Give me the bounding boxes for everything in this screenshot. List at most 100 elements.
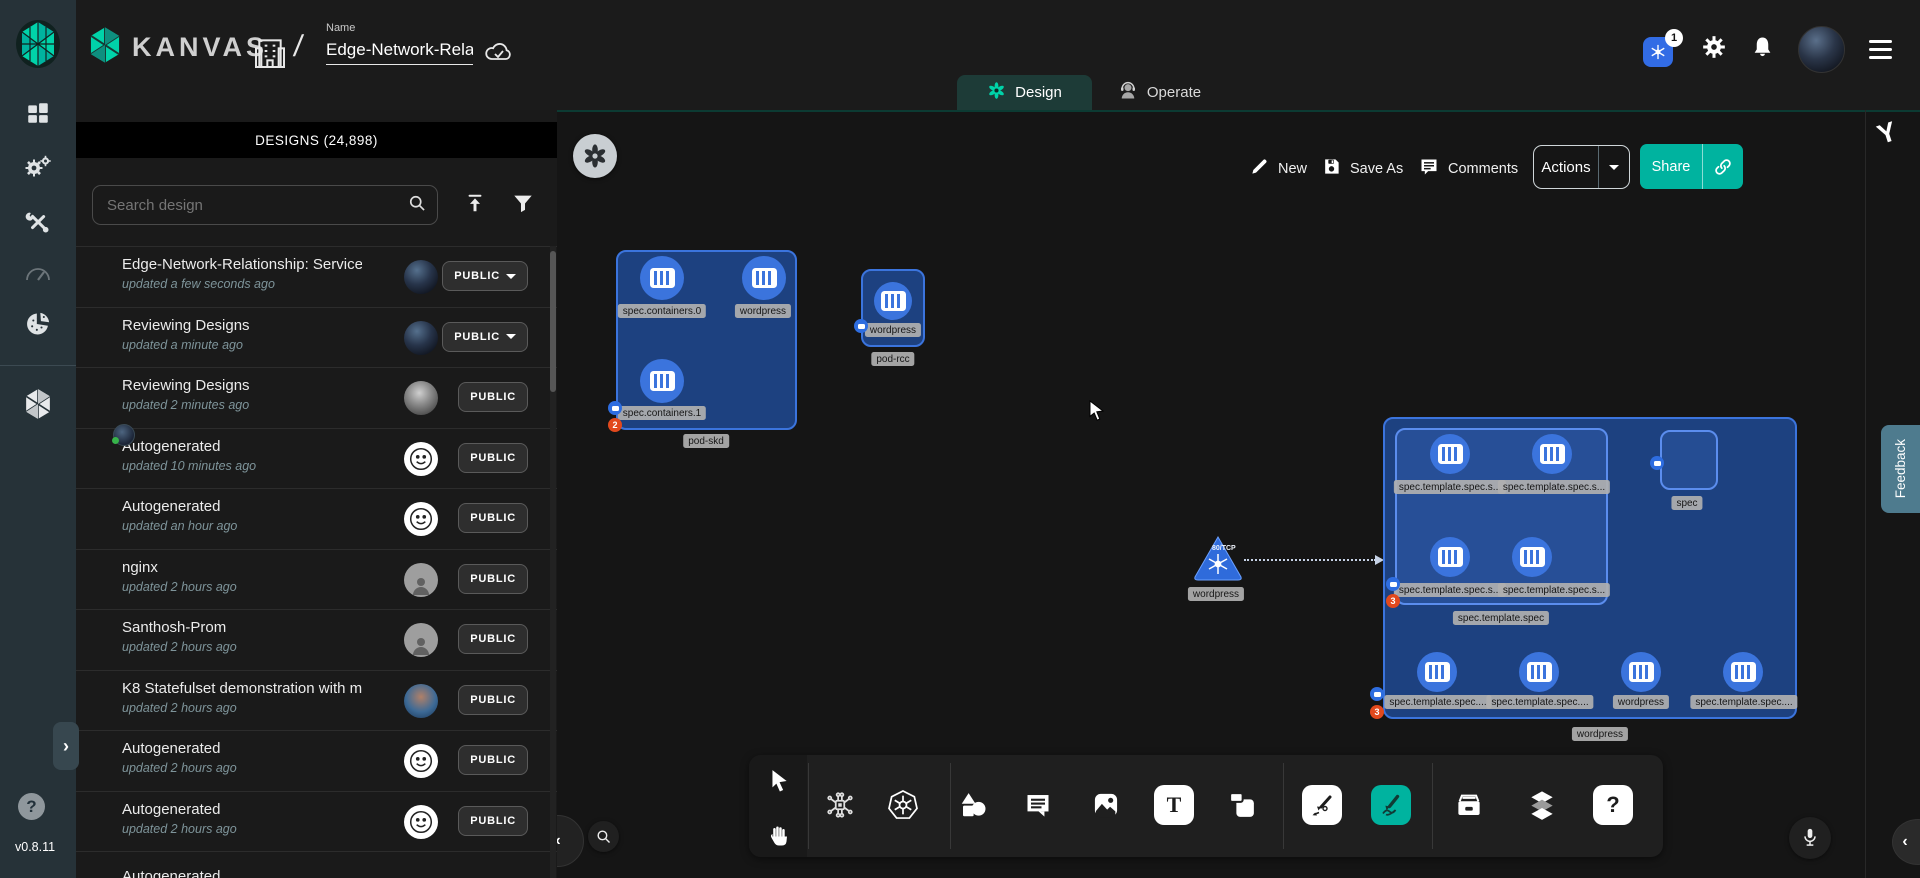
list-item[interactable]: Santhosh-Prom updated 2 hours ago PUBLIC (76, 610, 557, 671)
components-tool[interactable] (818, 783, 862, 827)
design-canvas[interactable]: New Save As Comments Actions Share (557, 110, 1920, 878)
pod-badge-icon[interactable] (1370, 687, 1384, 701)
container-node[interactable] (640, 359, 684, 403)
visibility-badge[interactable]: PUBLIC (442, 261, 528, 291)
container-node[interactable] (640, 256, 684, 300)
container-node[interactable] (1621, 652, 1661, 692)
visibility-badge[interactable]: PUBLIC (458, 503, 528, 533)
voice-button[interactable] (1789, 817, 1831, 859)
design-search-box[interactable] (92, 185, 438, 225)
dashboard-icon[interactable] (25, 100, 51, 131)
visibility-badge[interactable]: PUBLIC (458, 382, 528, 412)
error-count-badge[interactable]: 3 (1370, 705, 1384, 719)
container-node[interactable] (1417, 652, 1457, 692)
spec-node[interactable] (1660, 430, 1718, 490)
filter-icon[interactable] (512, 192, 534, 219)
tab-operate[interactable]: Operate (1092, 75, 1227, 110)
scrollbar-thumb[interactable] (550, 251, 556, 392)
design-name-field[interactable]: Name Edge-Network-Relatio (326, 22, 473, 65)
list-item[interactable]: K8 Statefulset demonstration with mo upd… (76, 671, 557, 732)
kanvas-app: KANVAS / Name Edge-Network-Relatio (0, 0, 1920, 878)
list-item[interactable]: nginx updated 2 hours ago PUBLIC (76, 550, 557, 611)
visibility-badge[interactable]: PUBLIC (442, 322, 528, 352)
share-button[interactable]: Share (1640, 144, 1743, 189)
zoom-button[interactable] (588, 821, 619, 852)
visibility-badge[interactable]: PUBLIC (458, 564, 528, 594)
image-tool[interactable] (1084, 783, 1128, 827)
comment-tool[interactable] (1016, 783, 1060, 827)
help-icon[interactable]: ? (18, 793, 45, 820)
help-tool[interactable]: ? (1591, 783, 1635, 827)
visibility-badge[interactable]: PUBLIC (458, 685, 528, 715)
design-name-input[interactable]: Edge-Network-Relatio (326, 40, 473, 60)
building-icon[interactable] (254, 32, 286, 75)
drawer-tool[interactable] (1447, 783, 1491, 827)
list-scrollbar[interactable] (550, 246, 556, 878)
pod-badge-icon[interactable] (854, 319, 868, 333)
container-node[interactable] (1430, 434, 1470, 474)
configuration-tools-icon[interactable] (24, 208, 52, 241)
list-item[interactable]: Autogenerated updated 2 hours ago PUBLIC (76, 731, 557, 792)
container-node[interactable] (874, 282, 912, 320)
list-item[interactable]: Autogenerated updated 10 minutes ago PUB… (76, 429, 557, 490)
save-as-button[interactable]: Save As (1322, 157, 1403, 180)
lifecycle-gears-icon[interactable] (23, 153, 53, 186)
design-title: nginx (122, 559, 362, 576)
select-tool[interactable] (757, 759, 801, 803)
visibility-badge[interactable]: PUBLIC (458, 624, 528, 654)
list-item[interactable]: Autogenerated updated 2 hours ago PUBLIC (76, 792, 557, 853)
frame-tool[interactable] (1220, 783, 1264, 827)
shapes-tool[interactable] (951, 783, 995, 827)
error-count-badge[interactable]: 3 (1386, 594, 1400, 608)
expand-sidebar-button[interactable]: › (53, 722, 79, 770)
list-item[interactable]: Edge-Network-Relationship: Service updat… (76, 247, 557, 308)
design-search-input[interactable] (107, 197, 407, 214)
pod-badge-icon[interactable] (1650, 456, 1664, 470)
tab-design[interactable]: Design (957, 75, 1092, 110)
freehand-draw-tool[interactable] (1369, 783, 1413, 827)
copy-link-button[interactable] (1703, 157, 1743, 177)
actions-button[interactable]: Actions (1533, 145, 1630, 189)
pod-template-node[interactable] (1395, 428, 1608, 605)
pan-tool[interactable] (757, 814, 801, 858)
menu-hamburger-icon[interactable] (1869, 40, 1892, 59)
visibility-badge[interactable]: PUBLIC (458, 443, 528, 473)
user-avatar[interactable] (1798, 26, 1845, 73)
kubernetes-tool[interactable] (881, 783, 925, 827)
edge-pen-tool[interactable] (1300, 783, 1344, 827)
list-item[interactable]: Reviewing Designs updated 2 minutes ago … (76, 368, 557, 429)
pod-badge-icon[interactable] (1386, 577, 1400, 591)
container-node[interactable] (1519, 652, 1559, 692)
kanvas-hexagon-icon[interactable] (23, 388, 53, 425)
container-node[interactable] (1430, 537, 1470, 577)
meshery-logo[interactable] (14, 18, 62, 75)
canvas-home-button[interactable] (573, 134, 617, 178)
performance-gauge-icon[interactable] (24, 263, 52, 288)
pod-badge-icon[interactable] (608, 401, 622, 415)
container-node[interactable] (1532, 434, 1572, 474)
error-count-badge[interactable]: 2 (608, 418, 622, 432)
visibility-badge[interactable]: PUBLIC (458, 806, 528, 836)
settings-gear-icon[interactable] (1701, 34, 1727, 65)
shortcut-y-icon[interactable]: Y (1874, 116, 1901, 151)
list-item[interactable]: Reviewing Designs updated a minute ago P… (76, 308, 557, 369)
actions-dropdown-button[interactable] (1599, 165, 1629, 170)
container-node[interactable] (742, 256, 786, 300)
comments-button[interactable]: Comments (1419, 157, 1518, 181)
notifications-bell-icon[interactable] (1751, 35, 1774, 65)
list-item[interactable]: Autogenerated updated an hour ago PUBLIC (76, 489, 557, 550)
service-node[interactable] (1191, 534, 1245, 582)
import-design-icon[interactable] (464, 192, 486, 219)
actions-button-label[interactable]: Actions (1534, 146, 1599, 188)
visibility-badge[interactable]: PUBLIC (458, 745, 528, 775)
container-node[interactable] (1512, 537, 1552, 577)
extensions-icon[interactable] (24, 310, 52, 343)
text-tool[interactable]: T (1152, 783, 1196, 827)
share-button-label[interactable]: Share (1640, 144, 1703, 189)
layers-tool[interactable] (1520, 783, 1564, 827)
kubernetes-context-button[interactable]: 1 (1643, 33, 1677, 67)
feedback-tab[interactable]: Feedback (1881, 425, 1920, 513)
list-item[interactable]: Autogenerated (76, 852, 557, 878)
new-button[interactable]: New (1250, 157, 1307, 180)
container-node[interactable] (1723, 652, 1763, 692)
